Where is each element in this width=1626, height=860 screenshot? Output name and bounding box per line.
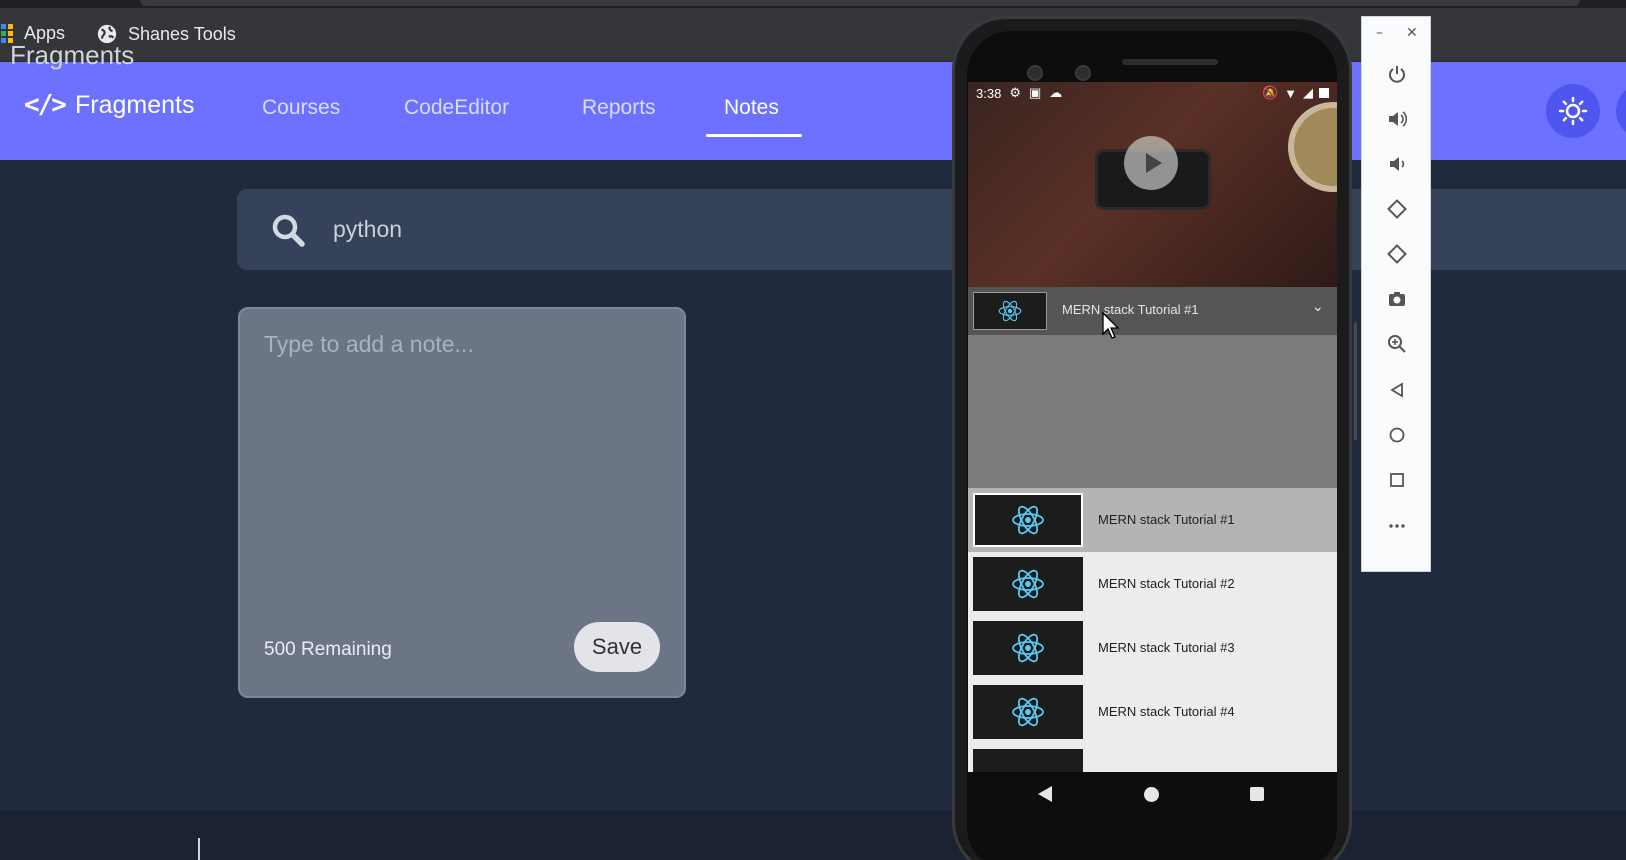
- overview-button[interactable]: [1382, 465, 1412, 495]
- screenshot-button[interactable]: [1382, 284, 1412, 314]
- sun-icon: [1558, 96, 1588, 126]
- note-textarea[interactable]: [264, 331, 664, 591]
- nav-notes[interactable]: Notes: [724, 96, 779, 120]
- footer-divider: [198, 838, 200, 860]
- selected-video-thumbnail: [973, 292, 1047, 330]
- video-thumbnail: [973, 557, 1083, 611]
- video-thumbnail: [973, 749, 1083, 772]
- video-player[interactable]: [968, 82, 1337, 287]
- react-logo-icon: [998, 300, 1022, 322]
- characters-remaining: 500 Remaining: [264, 639, 392, 660]
- cloud-icon: ☁: [1049, 85, 1063, 100]
- playlist-item[interactable]: MERN stack Tutorial #1: [968, 488, 1337, 552]
- rotate-left-button[interactable]: [1382, 194, 1412, 224]
- video-frame-bowl: [1288, 102, 1337, 192]
- video-thumbnail: [973, 493, 1083, 547]
- home-button[interactable]: [1382, 420, 1412, 450]
- android-back-icon[interactable]: [1038, 786, 1052, 802]
- more-icon: [1389, 524, 1405, 528]
- rotate-right-button[interactable]: [1382, 239, 1412, 269]
- volume-up-icon: [1389, 111, 1407, 127]
- nav-active-indicator: [706, 134, 802, 137]
- volume-up-button[interactable]: [1382, 104, 1412, 134]
- theme-toggle-button[interactable]: [1546, 84, 1600, 138]
- nav-codeeditor[interactable]: CodeEditor: [404, 96, 509, 120]
- signal-icon: ◢: [1303, 85, 1313, 100]
- footer-brand: Fragments: [10, 40, 135, 70]
- playlist-item[interactable]: MERN stack Tutorial #3: [968, 616, 1337, 680]
- new-note-card: 500 Remaining Save: [238, 307, 686, 698]
- back-icon: [1390, 382, 1403, 398]
- browser-tab-bar: [140, 0, 1580, 6]
- browser-tabstrip: [0, 0, 1626, 8]
- home-icon: [1389, 427, 1405, 443]
- back-button[interactable]: [1382, 375, 1412, 405]
- react-logo-icon: [1012, 633, 1044, 663]
- react-logo-icon: [1012, 697, 1044, 727]
- playlist-item-title: MERN stack Tutorial #1: [1098, 512, 1235, 527]
- minimize-icon[interactable]: –: [1376, 25, 1383, 41]
- mute-icon: 🔕: [1261, 85, 1279, 100]
- more-button[interactable]: [1382, 511, 1412, 541]
- brand-label: Fragments: [74, 90, 195, 119]
- video-thumbnail: [973, 685, 1083, 739]
- android-status-bar: 3:38 ⚙ ▣ ☁ 🔕 ▼ ◢: [968, 82, 1337, 104]
- react-logo-icon: [1012, 569, 1044, 599]
- android-home-icon[interactable]: [1144, 787, 1159, 802]
- power-button[interactable]: [1382, 59, 1412, 89]
- selected-video-row[interactable]: MERN stack Tutorial #1 ⌄: [968, 287, 1337, 335]
- notification-icon: ▣: [1028, 85, 1042, 100]
- bookmark-shanes-tools-label: Shanes Tools: [128, 23, 236, 44]
- emulator-toolbar: – ✕: [1361, 16, 1431, 572]
- status-time: 3:38: [976, 85, 1002, 101]
- volume-down-button[interactable]: [1382, 149, 1412, 179]
- play-button[interactable]: [1124, 136, 1178, 190]
- user-avatar-button[interactable]: [1616, 84, 1626, 138]
- rotate-right-icon: [1387, 244, 1407, 264]
- zoom-icon: [1388, 335, 1406, 353]
- playlist-item[interactable]: MERN stack Tutorial #4: [968, 680, 1337, 744]
- playlist-item-title: MERN stack Tutorial #3: [1098, 640, 1235, 655]
- search-icon: [272, 214, 305, 247]
- volume-down-icon: [1390, 157, 1405, 171]
- video-details-area: [968, 335, 1337, 488]
- mouse-cursor-icon: [1102, 312, 1120, 339]
- wifi-icon: ▼: [1284, 85, 1297, 101]
- code-icon: </>: [24, 90, 67, 120]
- front-sensor-icon: [1075, 65, 1091, 81]
- rotate-left-icon: [1387, 199, 1407, 219]
- nav-courses[interactable]: Courses: [262, 96, 340, 120]
- phone-screen: 3:38 ⚙ ▣ ☁ 🔕 ▼ ◢ MERN stack Tutorial #1 …: [968, 82, 1337, 772]
- camera-icon: [1389, 292, 1405, 306]
- playlist-item[interactable]: [968, 744, 1337, 772]
- brand-link[interactable]: </> Fragments: [24, 90, 194, 120]
- chevron-down-icon[interactable]: ⌄: [1312, 299, 1324, 315]
- power-icon: [1389, 66, 1405, 83]
- overview-icon: [1390, 473, 1404, 487]
- search-input[interactable]: [333, 207, 933, 251]
- zoom-button[interactable]: [1382, 329, 1412, 359]
- android-nav-bar: [968, 772, 1337, 818]
- phone-side-button[interactable]: [1354, 322, 1357, 440]
- playlist: MERN stack Tutorial #1 MERN stack Tutori…: [968, 488, 1337, 772]
- settings-icon: ⚙: [1009, 85, 1021, 100]
- playlist-item[interactable]: MERN stack Tutorial #2: [968, 552, 1337, 616]
- video-thumbnail: [973, 621, 1083, 675]
- battery-icon: [1319, 88, 1329, 98]
- react-logo-icon: [1012, 505, 1044, 535]
- playlist-item-title: MERN stack Tutorial #2: [1098, 576, 1235, 591]
- nav-reports[interactable]: Reports: [582, 96, 656, 120]
- playlist-item-title: MERN stack Tutorial #4: [1098, 704, 1235, 719]
- selected-video-title: MERN stack Tutorial #1: [1062, 302, 1199, 317]
- close-icon[interactable]: ✕: [1406, 25, 1418, 41]
- earpiece-speaker: [1122, 59, 1218, 65]
- save-button[interactable]: Save: [574, 622, 660, 672]
- android-recents-icon[interactable]: [1250, 787, 1264, 801]
- front-camera-icon: [1027, 65, 1043, 81]
- page-footer: [0, 810, 1626, 860]
